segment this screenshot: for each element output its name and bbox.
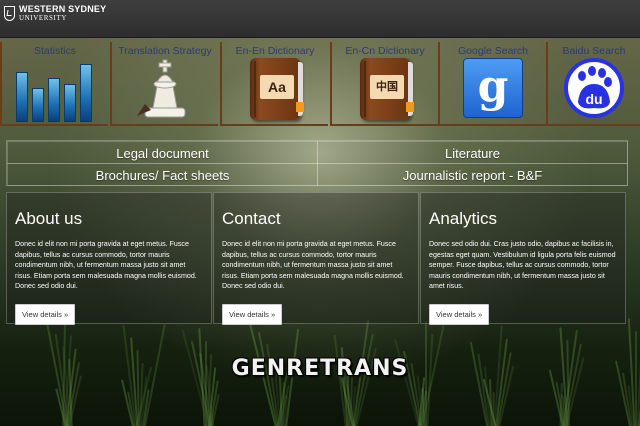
logo-title: WESTERN SYDNEY <box>19 4 107 14</box>
column-title: Contact <box>222 209 281 228</box>
tool-en-cn-dictionary[interactable]: En-Cn Dictionary 中国 <box>330 42 438 126</box>
category-legal-document[interactable]: Legal document <box>7 141 318 164</box>
genretrans-brand-logo: GENRETRANS <box>231 356 409 381</box>
view-details-button[interactable]: View details » <box>15 304 76 325</box>
tool-google-search[interactable]: Google Search g <box>438 42 546 126</box>
tool-label: En-En Dictionary <box>235 45 315 57</box>
university-logo[interactable]: WESTERN SYDNEY UNIVERSITY <box>4 5 106 22</box>
tool-en-en-dictionary[interactable]: En-En Dictionary Aa <box>220 42 328 126</box>
grass-blade <box>205 341 207 426</box>
book-face-text: Aa <box>260 75 294 99</box>
category-brochures[interactable]: Brochures/ Fact sheets <box>7 163 318 186</box>
tool-label: Google Search <box>457 45 529 57</box>
column-title: About us <box>15 209 83 228</box>
category-journalistic-report[interactable]: Journalistic report - B&F <box>317 163 628 186</box>
tool-label: Statistics <box>33 45 76 57</box>
book-face-text: 中国 <box>370 75 404 99</box>
column-analytics: Analytics Donec sed odio dui. Cras justo… <box>420 192 626 325</box>
genre-categories: Legal document Literature Brochures/ Fac… <box>6 140 628 186</box>
tool-baidu-search[interactable]: Baidu Search du <box>546 42 640 126</box>
column-about-us: About us Donec id elit non mi porta grav… <box>6 192 212 325</box>
column-text: Donec id elit non mi porta gravida at eg… <box>15 240 197 291</box>
tool-label: Baidu Search <box>562 45 626 57</box>
tool-translation-strategy[interactable]: Translation Strategy <box>110 42 218 126</box>
bar-chart-icon <box>14 58 96 122</box>
category-literature[interactable]: Literature <box>317 141 628 164</box>
info-columns: About us Donec id elit non mi porta grav… <box>6 192 628 325</box>
shield-icon <box>4 6 15 21</box>
logo-subtitle: UNIVERSITY <box>19 14 67 22</box>
tool-label: En-Cn Dictionary <box>345 45 425 57</box>
dictionary-book-icon: Aa <box>250 58 304 120</box>
column-title: Analytics <box>429 209 498 228</box>
google-icon: g <box>463 58 523 118</box>
tool-label: Translation Strategy <box>118 45 212 57</box>
tool-statistics[interactable]: Statistics <box>0 42 108 126</box>
google-g-letter: g <box>477 61 509 112</box>
column-text: Donec id elit non mi porta gravida at eg… <box>222 240 404 291</box>
baidu-paw-icon: du <box>564 58 624 118</box>
view-details-button[interactable]: View details » <box>429 304 490 325</box>
dictionary-book-icon: 中国 <box>360 58 414 120</box>
baidu-du-text: du <box>585 91 602 107</box>
tools-bar: Statistics Translation Strategy En-En Di… <box>0 40 640 126</box>
top-navbar: WESTERN SYDNEY UNIVERSITY <box>0 0 640 38</box>
grass-blade <box>0 397 2 426</box>
chess-king-icon <box>137 59 186 118</box>
column-text: Donec sed odio dui. Cras justo odio, dap… <box>429 240 616 291</box>
column-contact: Contact Donec id elit non mi porta gravi… <box>213 192 419 325</box>
view-details-button[interactable]: View details » <box>222 304 283 325</box>
